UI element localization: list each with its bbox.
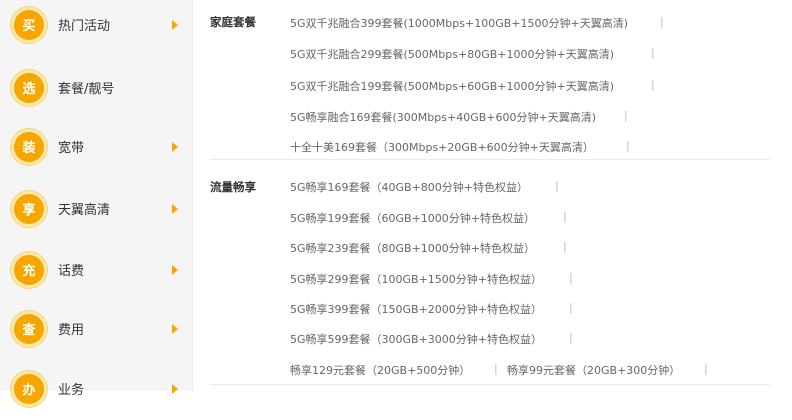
sidebar-item-label: 业务: [58, 383, 85, 398]
separator: |: [569, 301, 573, 314]
separator: |: [651, 78, 655, 91]
recharge-badge-icon: 充: [14, 254, 44, 285]
group-title-family-plans: 家庭套餐: [210, 15, 256, 29]
plan-link[interactable]: 5G畅享299套餐（100GB+1500分钟+特色权益）: [290, 271, 542, 287]
separator: |: [563, 240, 567, 253]
plan-link[interactable]: 5G畅享融合169套餐(300Mbps+40GB+600分钟+天翼高清): [290, 109, 596, 125]
query-badge-icon: 查: [14, 313, 44, 344]
caret-right-icon: [172, 203, 178, 214]
caret-right-icon: [172, 264, 178, 275]
group-divider: [210, 159, 770, 160]
caret-right-icon: [172, 323, 178, 334]
sidebar-item-label: 天翼高清: [58, 203, 111, 218]
separator: |: [626, 139, 630, 152]
sidebar-item-label: 热门活动: [58, 19, 111, 34]
caret-right-icon: [172, 141, 178, 152]
caret-right-icon: [172, 383, 178, 394]
separator: |: [660, 15, 664, 28]
handle-badge-icon: 办: [14, 373, 44, 404]
plan-link[interactable]: 畅享129元套餐（20GB+500分钟）: [290, 362, 470, 378]
plan-link[interactable]: 十全十美169套餐（300Mbps+20GB+600分钟+天翼高清）: [290, 139, 594, 155]
plan-link[interactable]: 5G畅享169套餐（40GB+800分钟+特色权益）: [290, 179, 528, 195]
enjoy-badge-icon: 享: [14, 193, 44, 224]
plan-link[interactable]: 5G畅享399套餐（150GB+2000分钟+特色权益）: [290, 301, 542, 317]
group-title-data-plans: 流量畅享: [210, 180, 256, 194]
sidebar-item-plans-numbers[interactable]: 选 套餐/靓号: [0, 56, 192, 119]
category-sidebar: 买 热门活动 选 套餐/靓号 装 宽带 享 天翼高清 充 话费 查 费用 办 业…: [0, 0, 193, 404]
sidebar-item-broadband[interactable]: 装 宽带: [0, 115, 192, 178]
plan-link[interactable]: 5G双千兆融合199套餐(500Mbps+60GB+1000分钟+天翼高清): [290, 78, 614, 94]
separator: |: [569, 271, 573, 284]
separator: |: [624, 109, 628, 122]
select-badge-icon: 选: [14, 72, 44, 103]
separator: |: [563, 210, 567, 223]
sidebar-item-label: 话费: [58, 264, 85, 279]
separator: |: [494, 362, 498, 375]
sidebar-item-services[interactable]: 办 业务: [0, 357, 192, 420]
plan-link[interactable]: 5G双千兆融合299套餐(500Mbps+80GB+1000分钟+天翼高清): [290, 46, 614, 62]
caret-right-icon: [172, 19, 178, 30]
group-divider: [210, 384, 770, 385]
separator: |: [651, 46, 655, 59]
plan-link[interactable]: 5G畅享239套餐（80GB+1000分钟+特色权益）: [290, 240, 535, 256]
separator: |: [569, 331, 573, 344]
plan-link[interactable]: 5G双千兆融合399套餐(1000Mbps+100GB+1500分钟+天翼高清): [290, 15, 628, 31]
sidebar-item-tianyi-hd[interactable]: 享 天翼高清: [0, 177, 192, 240]
sidebar-item-label: 套餐/靓号: [58, 82, 115, 97]
plan-link[interactable]: 5G畅享199套餐（60GB+1000分钟+特色权益）: [290, 210, 535, 226]
plan-link[interactable]: 畅享99元套餐（20GB+300分钟）: [507, 362, 680, 378]
sidebar-item-hot-activities[interactable]: 买 热门活动: [0, 0, 192, 56]
sidebar-item-label: 费用: [58, 323, 85, 338]
sidebar-item-fees[interactable]: 查 费用: [0, 297, 192, 360]
sidebar-item-top-up[interactable]: 充 话费: [0, 238, 192, 301]
buy-badge-icon: 买: [14, 9, 44, 40]
separator: |: [555, 179, 559, 192]
separator: |: [704, 362, 708, 375]
install-badge-icon: 装: [14, 131, 44, 162]
sidebar-item-label: 宽带: [58, 141, 85, 156]
plan-link[interactable]: 5G畅享599套餐（300GB+3000分钟+特色权益）: [290, 331, 542, 347]
